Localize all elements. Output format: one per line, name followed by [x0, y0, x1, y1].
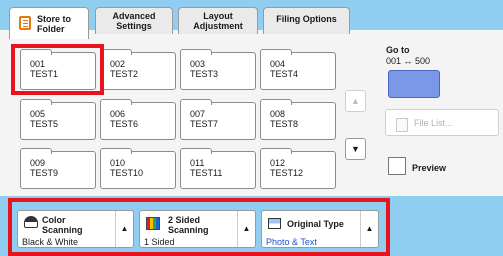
tab-layout-adjustment[interactable]: Layout Adjustment [178, 7, 258, 34]
tab-store-to-folder[interactable]: Store to Folder [9, 7, 89, 39]
folder-007[interactable]: 007 TEST7 [180, 99, 256, 140]
folder-number: 012 [270, 158, 286, 168]
folder-name: TEST8 [270, 119, 299, 129]
folder-number: 005 [30, 109, 46, 119]
tab-label-line2: Folder [37, 23, 65, 34]
tab-label-line2: Adjustment [193, 21, 243, 31]
folder-number: 003 [190, 59, 206, 69]
goto-button[interactable] [388, 70, 440, 98]
folder-name: TEST10 [110, 168, 144, 178]
folder-006[interactable]: 006 TEST6 [100, 99, 176, 140]
folder-name: TEST9 [30, 168, 59, 178]
folder-name: TEST6 [110, 119, 139, 129]
folder-004[interactable]: 004 TEST4 [260, 49, 336, 90]
folder-number: 006 [110, 109, 126, 119]
folder-number: 010 [110, 158, 126, 168]
folder-name: TEST7 [190, 119, 219, 129]
folder-008[interactable]: 008 TEST8 [260, 99, 336, 140]
scroll-down-button[interactable]: ▼ [345, 138, 366, 160]
tab-label: Filing Options [276, 14, 337, 24]
folder-011[interactable]: 011 TEST11 [180, 148, 256, 189]
folder-name: TEST12 [270, 168, 304, 178]
file-list-label: File List... [414, 118, 453, 128]
folder-name: TEST2 [110, 69, 139, 79]
scroll-up-button[interactable]: ▲ [345, 90, 366, 112]
folder-name: TEST3 [190, 69, 219, 79]
tab-advanced-settings[interactable]: Advanced Settings [95, 7, 173, 34]
chevron-down-icon: ▼ [351, 144, 360, 154]
chevron-up-icon: ▲ [351, 96, 360, 106]
preview-checkbox[interactable] [388, 157, 406, 175]
folder-number: 009 [30, 158, 46, 168]
tab-label-line1: Layout [203, 11, 233, 21]
folder-name: TEST11 [190, 168, 223, 178]
tab-filing-options[interactable]: Filing Options [263, 7, 350, 34]
folder-tab-icon [19, 16, 31, 30]
folder-002[interactable]: 002 TEST2 [100, 49, 176, 90]
folder-010[interactable]: 010 TEST10 [100, 148, 176, 189]
goto-range: 001 ↔ 500 [386, 56, 431, 66]
folder-009[interactable]: 009 TEST9 [20, 148, 96, 189]
file-list-icon [396, 118, 408, 132]
folder-005[interactable]: 005 TEST5 [20, 99, 96, 140]
tab-label-line1: Advanced [112, 11, 156, 21]
folder-number: 004 [270, 59, 286, 69]
file-list-button[interactable]: File List... [385, 109, 499, 136]
folder-number: 008 [270, 109, 286, 119]
tab-label-line1: Store to [37, 13, 72, 24]
tab-label-line2: Settings [116, 21, 152, 31]
folder-012[interactable]: 012 TEST12 [260, 148, 336, 189]
folder-name: TEST5 [30, 119, 59, 129]
folder-name: TEST4 [270, 69, 299, 79]
folder-number: 002 [110, 59, 126, 69]
folder-003[interactable]: 003 TEST3 [180, 49, 256, 90]
folder-number: 011 [190, 158, 205, 168]
goto-label: Go to [386, 45, 410, 55]
preview-label: Preview [412, 163, 447, 173]
folder-number: 007 [190, 109, 206, 119]
highlight-folder-001 [11, 44, 104, 95]
highlight-feature-row [8, 198, 390, 256]
